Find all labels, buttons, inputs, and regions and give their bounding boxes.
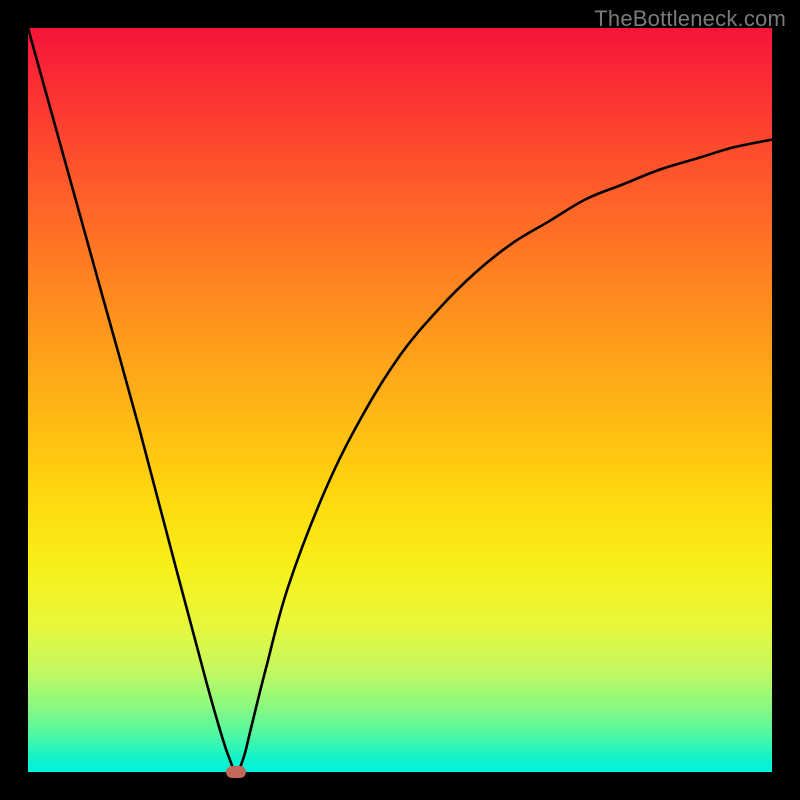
curve-svg xyxy=(28,28,772,772)
watermark-text: TheBottleneck.com xyxy=(594,6,786,32)
plot-area xyxy=(28,28,772,772)
minimum-marker xyxy=(226,766,246,778)
chart-frame: TheBottleneck.com xyxy=(0,0,800,800)
bottleneck-curve xyxy=(28,28,772,772)
